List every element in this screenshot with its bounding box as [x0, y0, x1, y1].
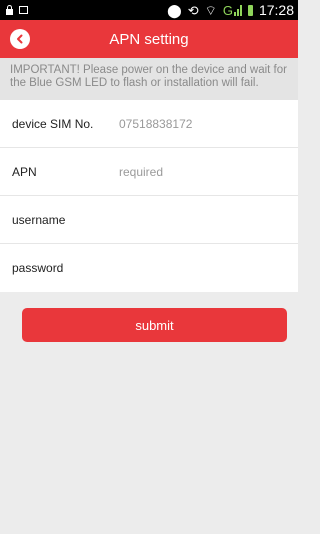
- password-label: password: [12, 261, 64, 275]
- rotate-icon: ⟲: [187, 2, 199, 18]
- password-field[interactable]: [119, 261, 298, 275]
- chevron-left-icon: [17, 34, 23, 44]
- battery-icon: [247, 4, 253, 16]
- title-bar: APN setting: [0, 20, 298, 58]
- location-pin-icon: ⬤: [167, 2, 182, 18]
- page-title: APN setting: [109, 30, 189, 48]
- apn-field[interactable]: [119, 164, 298, 179]
- sim-number-field[interactable]: [119, 116, 298, 131]
- submit-button[interactable]: submit: [22, 308, 287, 342]
- apn-form: device SIM No. APN username password: [0, 100, 298, 292]
- apn-label: APN: [12, 164, 37, 179]
- back-button[interactable]: [10, 29, 30, 49]
- submit-container: submit: [0, 292, 298, 342]
- network-type: G: [222, 2, 233, 18]
- status-left: [6, 4, 28, 15]
- important-notice: IMPORTANT! Please power on the device an…: [0, 58, 298, 100]
- password-row: password: [0, 244, 298, 292]
- signal-icon: G: [223, 3, 242, 18]
- sim-number-label: device SIM No.: [12, 116, 94, 131]
- username-field[interactable]: [119, 212, 298, 227]
- wifi-icon: ⌔: [204, 2, 217, 18]
- status-right: ⬤ ⟲ ⌔ G 17:28: [167, 2, 294, 18]
- apn-row: APN: [0, 148, 298, 196]
- username-label: username: [12, 212, 66, 227]
- status-bar: ⬤ ⟲ ⌔ G 17:28: [0, 0, 298, 20]
- image-notification-icon: [19, 6, 28, 14]
- lock-icon: [6, 4, 13, 15]
- clock: 17:28: [258, 2, 294, 18]
- sim-number-row: device SIM No.: [0, 100, 298, 148]
- username-row: username: [0, 196, 298, 244]
